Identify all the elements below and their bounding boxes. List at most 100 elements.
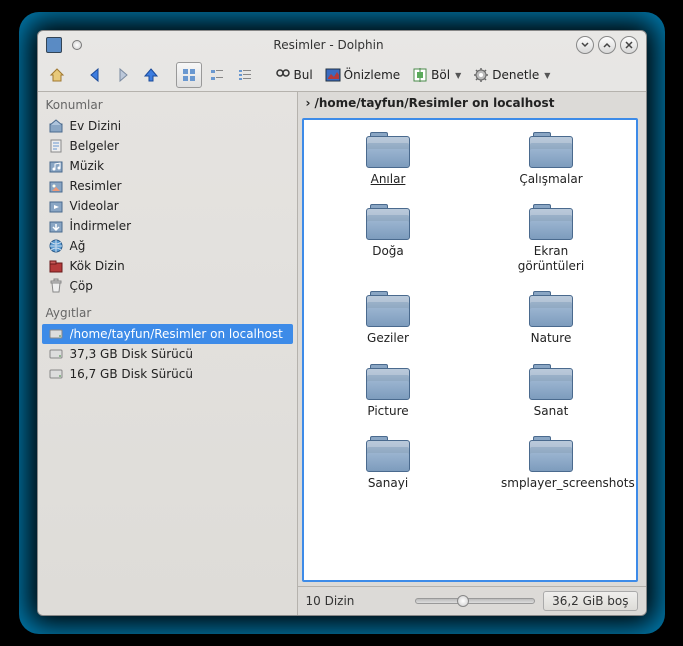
sidebar-item-label: Resimler bbox=[70, 179, 122, 193]
folder-label: Geziler bbox=[367, 331, 409, 345]
preview-label: Önizleme bbox=[344, 68, 400, 82]
control-label: Denetle bbox=[492, 68, 539, 82]
folder-item[interactable]: Geziler bbox=[312, 291, 465, 345]
titlebar: Resimler - Dolphin bbox=[38, 31, 646, 59]
minimize-button[interactable] bbox=[576, 36, 594, 54]
app-icon bbox=[46, 37, 62, 53]
find-label: Bul bbox=[294, 68, 313, 82]
toolbar: Bul Önizleme Böl▼ Denetle ▼ bbox=[38, 59, 646, 92]
folder-label: Çalışmalar bbox=[519, 172, 582, 186]
folder-label: Ekran görüntüleri bbox=[501, 244, 601, 273]
folder-item[interactable]: Sanayi bbox=[312, 436, 465, 490]
folder-label: Sanat bbox=[534, 404, 569, 418]
sidebar-place-4[interactable]: Videolar bbox=[38, 196, 297, 216]
folder-icon bbox=[529, 291, 573, 327]
folder-documents-icon bbox=[48, 138, 64, 154]
home-button[interactable] bbox=[44, 62, 70, 88]
folder-icon bbox=[529, 364, 573, 400]
folder-label: Anılar bbox=[371, 172, 406, 186]
free-space: 36,2 GiB boş bbox=[543, 591, 637, 611]
split-button[interactable]: Böl▼ bbox=[407, 62, 466, 88]
maximize-button[interactable] bbox=[598, 36, 616, 54]
window-title: Resimler - Dolphin bbox=[273, 38, 383, 52]
zoom-slider[interactable] bbox=[415, 598, 535, 604]
sidebar-device-2[interactable]: 16,7 GB Disk Sürücü bbox=[38, 364, 297, 384]
chevron-right-icon: › bbox=[306, 96, 311, 110]
sidebar-item-label: /home/tayfun/Resimler on localhost bbox=[70, 327, 283, 341]
forward-button[interactable] bbox=[110, 62, 136, 88]
icons-view-button[interactable] bbox=[176, 62, 202, 88]
sidebar-item-label: 37,3 GB Disk Sürücü bbox=[70, 347, 193, 361]
folder-icon bbox=[366, 436, 410, 472]
folder-home-icon bbox=[48, 118, 64, 134]
sidebar-place-0[interactable]: Ev Dizini bbox=[38, 116, 297, 136]
breadcrumb-path: /home/tayfun/Resimler on localhost bbox=[314, 96, 554, 110]
sidebar-place-1[interactable]: Belgeler bbox=[38, 136, 297, 156]
folder-label: smplayer_screenshots bbox=[501, 476, 601, 490]
chevron-down-icon: ▼ bbox=[544, 71, 550, 80]
sidebar-place-7[interactable]: Kök Dizin bbox=[38, 256, 297, 276]
sidebar-item-label: Müzik bbox=[70, 159, 105, 173]
sidebar-place-2[interactable]: Müzik bbox=[38, 156, 297, 176]
sidebar-item-label: 16,7 GB Disk Sürücü bbox=[70, 367, 193, 381]
chevron-down-icon: ▼ bbox=[455, 71, 461, 80]
file-area[interactable]: Anılar Çalışmalar Doğa Ekran görüntüleri Gez… bbox=[302, 118, 638, 582]
sidebar-item-label: Çöp bbox=[70, 279, 93, 293]
folder-item[interactable]: Anılar bbox=[312, 132, 465, 186]
sidebar-item-label: Videolar bbox=[70, 199, 119, 213]
back-button[interactable] bbox=[82, 62, 108, 88]
close-button[interactable] bbox=[620, 36, 638, 54]
trash-icon bbox=[48, 278, 64, 294]
drive-icon bbox=[48, 366, 64, 382]
folder-music-icon bbox=[48, 158, 64, 174]
preview-button[interactable]: Önizleme bbox=[320, 62, 405, 88]
control-button[interactable]: Denetle ▼ bbox=[468, 62, 555, 88]
find-button[interactable]: Bul bbox=[270, 62, 318, 88]
folder-icon bbox=[529, 204, 573, 240]
sidebar-item-label: Ağ bbox=[70, 239, 86, 253]
devices-header: Aygıtlar bbox=[38, 302, 297, 324]
folder-item[interactable]: Nature bbox=[475, 291, 628, 345]
sidebar-place-6[interactable]: Ağ bbox=[38, 236, 297, 256]
folder-icon bbox=[366, 364, 410, 400]
breadcrumb[interactable]: › /home/tayfun/Resimler on localhost bbox=[298, 92, 646, 114]
sidebar-item-label: Ev Dizini bbox=[70, 119, 122, 133]
details-view-button[interactable] bbox=[232, 62, 258, 88]
folder-item[interactable]: Ekran görüntüleri bbox=[475, 204, 628, 273]
folder-item[interactable]: smplayer_screenshots bbox=[475, 436, 628, 490]
folder-icon bbox=[366, 132, 410, 168]
folder-icon bbox=[529, 436, 573, 472]
dolphin-window: Resimler - Dolphin Bul Önizleme Böl▼ Den… bbox=[37, 30, 647, 616]
globe-icon bbox=[48, 238, 64, 254]
window-menu-icon[interactable] bbox=[72, 40, 82, 50]
folder-item[interactable]: Picture bbox=[312, 364, 465, 418]
drive-icon bbox=[48, 326, 64, 342]
statusbar: 10 Dizin 36,2 GiB boş bbox=[298, 586, 646, 615]
sidebar-place-8[interactable]: Çöp bbox=[38, 276, 297, 296]
folder-icon bbox=[366, 204, 410, 240]
folder-icon bbox=[529, 132, 573, 168]
drive-icon bbox=[48, 346, 64, 362]
folder-label: Picture bbox=[367, 404, 408, 418]
compact-view-button[interactable] bbox=[204, 62, 230, 88]
places-header: Konumlar bbox=[38, 94, 297, 116]
folder-pictures-icon bbox=[48, 178, 64, 194]
sidebar-place-3[interactable]: Resimler bbox=[38, 176, 297, 196]
sidebar-device-0[interactable]: /home/tayfun/Resimler on localhost bbox=[42, 324, 293, 344]
up-button[interactable] bbox=[138, 62, 164, 88]
folder-root-icon bbox=[48, 258, 64, 274]
sidebar-item-label: Kök Dizin bbox=[70, 259, 125, 273]
main-view: › /home/tayfun/Resimler on localhost Anı… bbox=[298, 92, 646, 615]
sidebar-item-label: Belgeler bbox=[70, 139, 120, 153]
sidebar-item-label: İndirmeler bbox=[70, 219, 132, 233]
folder-icon bbox=[366, 291, 410, 327]
sidebar-device-1[interactable]: 37,3 GB Disk Sürücü bbox=[38, 344, 297, 364]
sidebar-place-5[interactable]: İndirmeler bbox=[38, 216, 297, 236]
slider-thumb[interactable] bbox=[457, 595, 469, 607]
folder-label: Doğa bbox=[372, 244, 404, 258]
folder-item[interactable]: Doğa bbox=[312, 204, 465, 273]
folder-downloads-icon bbox=[48, 218, 64, 234]
folder-item[interactable]: Sanat bbox=[475, 364, 628, 418]
folder-item[interactable]: Çalışmalar bbox=[475, 132, 628, 186]
sidebar: Konumlar Ev Dizini Belgeler Müzik Resimler V… bbox=[38, 92, 298, 615]
